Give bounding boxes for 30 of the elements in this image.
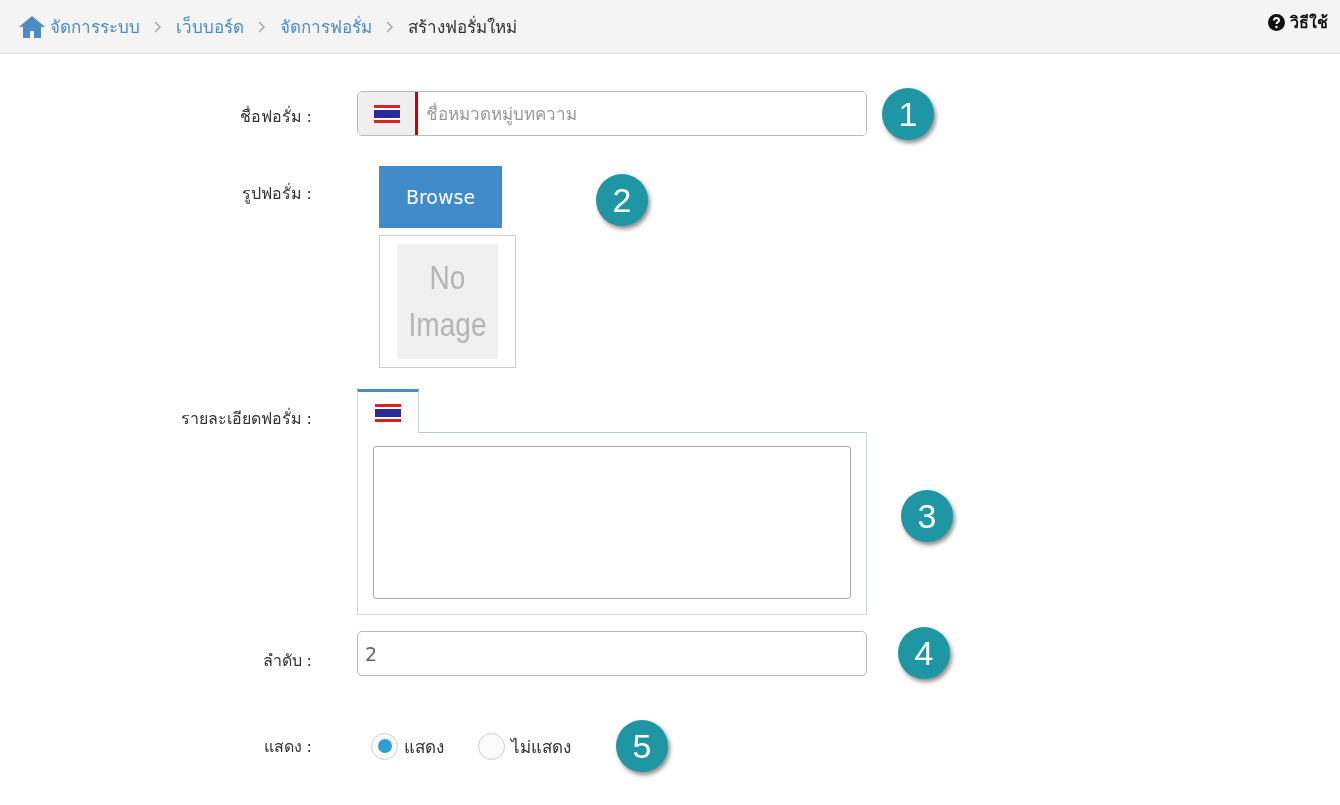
radio-option[interactable]: แสดง <box>371 732 444 760</box>
breadcrumb-link[interactable]: เว็บบอร์ด <box>176 13 244 40</box>
step-badge: 5 <box>616 720 668 772</box>
chevron-icon <box>258 20 266 33</box>
browse-button[interactable]: Browse <box>379 166 502 228</box>
flag-icon <box>375 403 401 422</box>
step-badge: 2 <box>596 174 648 226</box>
chevron-icon <box>154 20 162 33</box>
flag-icon <box>373 104 400 123</box>
field-label: แสดง : <box>262 735 312 758</box>
name-field[interactable]: ชื่อหมวดหมู่บทความ <box>357 91 867 136</box>
breadcrumb-link[interactable]: จัดการฟอรั่ม <box>280 13 372 40</box>
help-link[interactable]: วิธีใช้ <box>1268 10 1328 35</box>
field-label: รูปฟอรั่ม : <box>240 182 312 206</box>
order-field[interactable]: 2 <box>357 631 867 676</box>
step-badge: 1 <box>882 88 934 140</box>
home-icon[interactable] <box>18 14 46 39</box>
no-image-text: Image <box>408 304 487 345</box>
step-badge: 4 <box>898 627 950 679</box>
field-label: ลำดับ : <box>261 650 312 672</box>
breadcrumb-current[interactable]: สร้างฟอรั่มใหม่ <box>408 13 517 40</box>
no-image-text: No <box>429 258 466 299</box>
field-label: ชื่อฟอรั่ม : <box>238 105 312 128</box>
radio-option[interactable]: ไม่แสดง <box>478 732 571 760</box>
language-tab[interactable] <box>357 389 419 433</box>
breadcrumb-link[interactable]: จัดการระบบ <box>50 13 140 40</box>
field-label: รายละเอียดฟอรั่ม : <box>179 407 312 430</box>
step-badge: 3 <box>901 490 953 542</box>
chevron-icon <box>386 20 394 33</box>
help-icon <box>1268 14 1285 31</box>
